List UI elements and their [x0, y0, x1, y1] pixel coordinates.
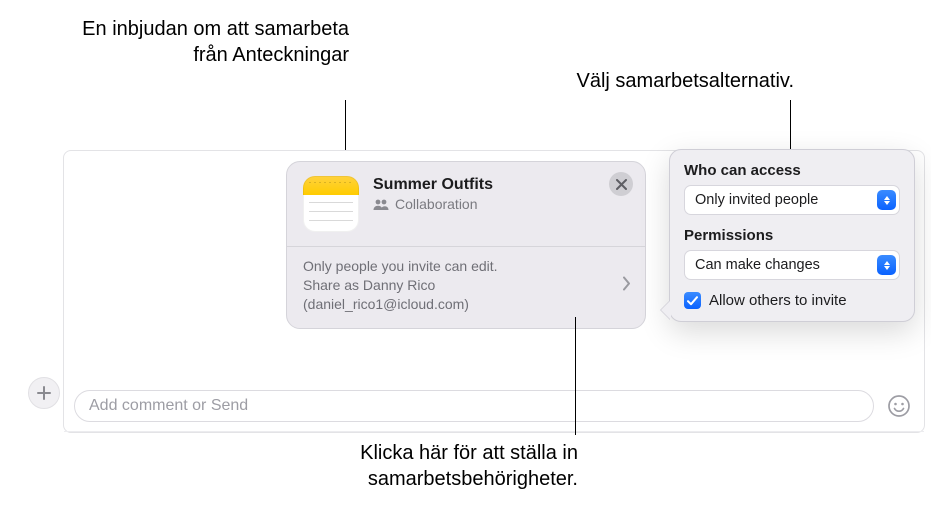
permissions-label: Permissions	[684, 227, 900, 244]
add-attachment-button[interactable]	[28, 377, 60, 409]
note-title: Summer Outfits	[373, 176, 493, 194]
collaboration-details-row[interactable]: Only people you invite can edit. Share a…	[303, 257, 629, 314]
allow-others-to-invite-checkbox[interactable]	[684, 292, 701, 309]
stepper-icon	[877, 255, 896, 275]
allow-others-to-invite-label: Allow others to invite	[709, 292, 847, 309]
collaboration-options-popover: Who can access Only invited people Permi…	[669, 149, 915, 322]
share-as-email: (daniel_rico1@icloud.com)	[303, 295, 629, 314]
stepper-icon	[877, 190, 896, 210]
callout-leader	[575, 317, 576, 435]
callout-options: Välj samarbetsalternativ.	[454, 68, 794, 94]
permissions-value: Can make changes	[695, 257, 820, 273]
message-input[interactable]: Add comment or Send	[74, 390, 874, 422]
popover-arrow	[661, 300, 671, 320]
collaboration-icon	[373, 199, 389, 210]
share-as-line: Share as Danny Rico	[303, 276, 629, 295]
collaboration-subtitle: Collaboration	[395, 196, 478, 212]
plus-icon	[36, 385, 52, 401]
close-card-button[interactable]	[609, 172, 633, 196]
callout-leader	[790, 100, 791, 150]
who-can-access-value: Only invited people	[695, 192, 818, 208]
message-input-placeholder: Add comment or Send	[89, 397, 248, 415]
permissions-select[interactable]: Can make changes	[684, 250, 900, 280]
who-can-access-select[interactable]: Only invited people	[684, 185, 900, 215]
who-can-access-label: Who can access	[684, 162, 900, 179]
card-divider	[287, 246, 645, 247]
notes-app-icon	[303, 176, 359, 232]
collaboration-card: Summer Outfits Collaboration	[286, 161, 646, 329]
smiley-icon	[887, 394, 911, 418]
messages-window: Summer Outfits Collaboration	[63, 150, 925, 433]
emoji-picker-button[interactable]	[884, 391, 914, 421]
checkmark-icon	[687, 296, 698, 306]
window-bottom-border	[64, 431, 924, 432]
chevron-right-icon	[623, 276, 631, 295]
permission-summary: Only people you invite can edit.	[303, 257, 629, 276]
close-icon	[616, 179, 627, 190]
callout-permissions: Klicka här för att ställa in samarbetsbe…	[250, 440, 578, 492]
callout-invitation: En inbjudan om att samarbeta från Anteck…	[54, 16, 349, 68]
